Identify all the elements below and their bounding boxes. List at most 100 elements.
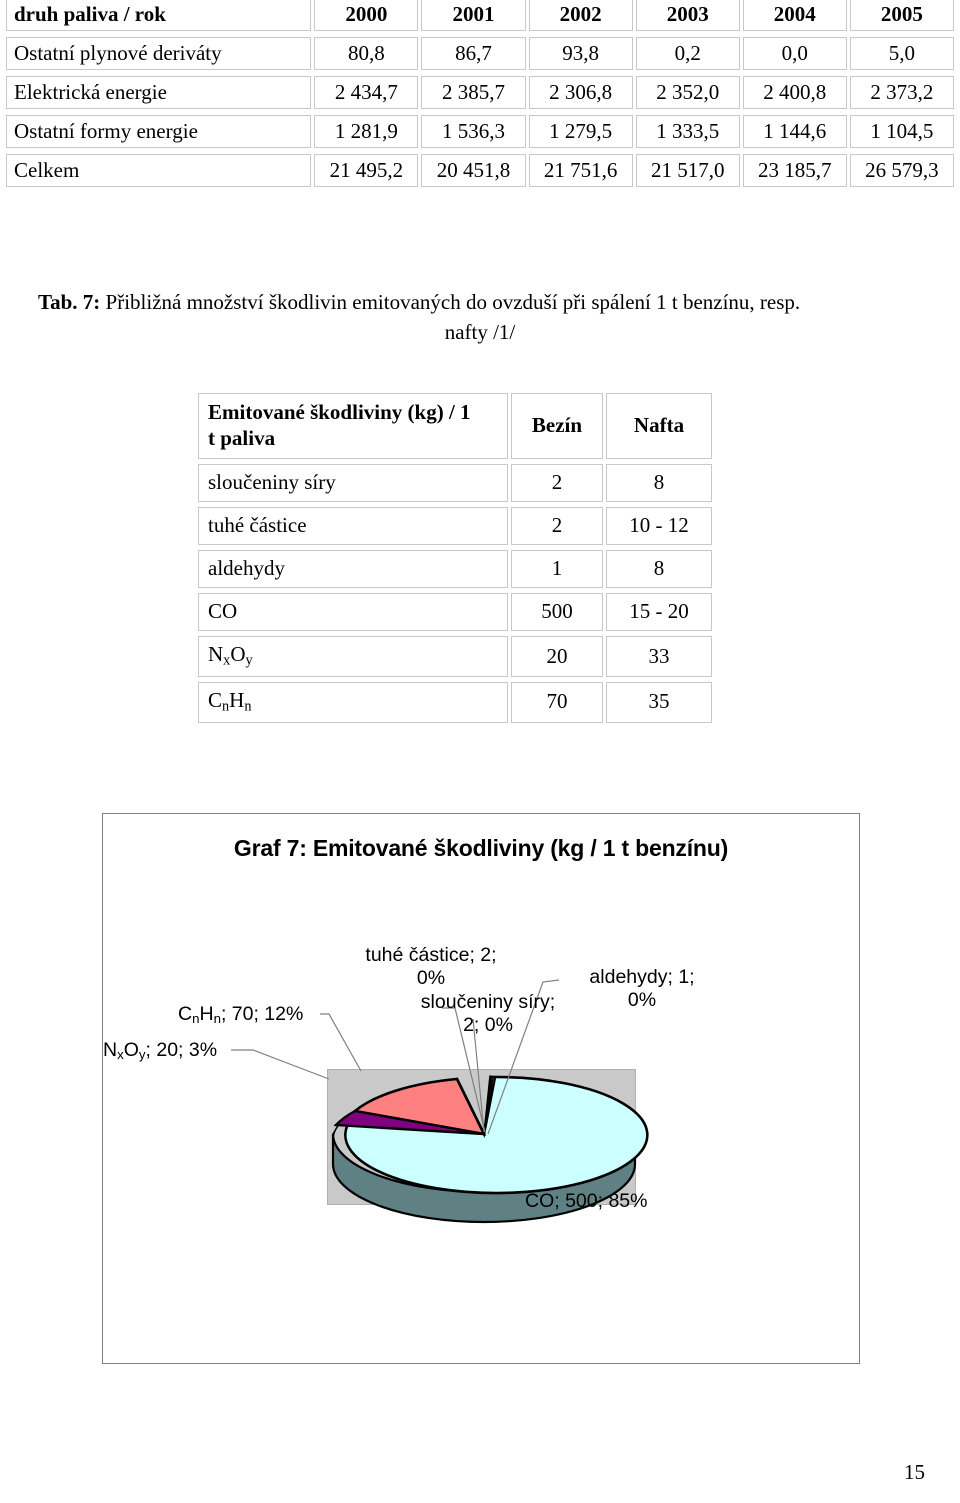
row-label: Celkem — [6, 154, 312, 188]
data-label-line-2: 2; 0% — [463, 1014, 513, 1036]
leader-line-nxoy — [231, 1049, 330, 1080]
cell-value: 5,0 — [849, 37, 954, 71]
table-row: Ostatní formy energie 1 281,9 1 536,3 1 … — [6, 115, 954, 149]
column-header-2005: 2005 — [849, 0, 954, 32]
data-label-formula: NxOy — [103, 1039, 146, 1063]
column-header-fuel-type: druh paliva / rok — [6, 0, 312, 32]
data-label-aldehydy: aldehydy; 1; 0% — [562, 966, 722, 1012]
caption-text: Přibližná množství škodlivin emitovaných… — [105, 290, 801, 314]
row-label: NxOy — [198, 636, 508, 677]
cell-value: 21 751,6 — [528, 154, 633, 188]
cell-value: 21 517,0 — [635, 154, 740, 188]
header-line-1: Emitované škodliviny (kg) / 1 — [208, 400, 471, 424]
cell-value: 1 281,9 — [314, 115, 419, 149]
cell-value: 2 434,7 — [314, 76, 419, 110]
data-label-formula: CnHn — [178, 1003, 221, 1027]
column-header-pollutant: Emitované škodliviny (kg) / 1t paliva — [198, 393, 508, 459]
table-header-row: druh paliva / rok 2000 2001 2002 2003 20… — [6, 0, 954, 32]
table-row: tuhé částice 2 10 - 12 — [198, 506, 712, 545]
cell-value: 0,0 — [742, 37, 847, 71]
row-label: aldehydy — [198, 549, 508, 589]
caption-label: Tab. 7: — [38, 290, 101, 314]
cell-value: 2 385,7 — [421, 76, 526, 110]
cell-value: 93,8 — [528, 37, 633, 71]
data-label-line-2: 0% — [627, 989, 657, 1011]
cell-value: 1 333,5 — [635, 115, 740, 149]
header-line-2: t paliva — [208, 426, 276, 451]
table-row: aldehydy 1 8 — [198, 549, 712, 589]
table-row: CnHn 70 35 — [198, 681, 712, 723]
row-label: CO — [198, 593, 508, 632]
table-row: NxOy 20 33 — [198, 636, 712, 677]
data-label-line-1: tuhé částice; 2; — [365, 944, 497, 966]
cell-benzin: 2 — [511, 506, 603, 545]
row-label: Ostatní plynové deriváty — [6, 37, 312, 71]
emissions-table-body: Emitované škodliviny (kg) / 1t paliva Be… — [198, 393, 712, 723]
data-label-value: ; 20; 3% — [145, 1039, 218, 1061]
table-caption: Tab. 7: Přibližná množství škodlivin emi… — [38, 287, 922, 348]
data-label-line-1: sloučeniny síry; — [420, 991, 556, 1013]
cell-nafta: 8 — [606, 463, 712, 502]
table-row: Elektrická energie 2 434,7 2 385,7 2 306… — [6, 76, 954, 110]
emissions-table: Emitované škodliviny (kg) / 1t paliva Be… — [195, 388, 715, 728]
cell-nafta: 15 - 20 — [606, 593, 712, 632]
page-number: 15 — [904, 1460, 925, 1484]
row-label: Ostatní formy energie — [6, 115, 312, 149]
cell-value: 26 579,3 — [849, 154, 954, 188]
fuel-table-body: druh paliva / rok 2000 2001 2002 2003 20… — [6, 0, 954, 188]
column-header-2000: 2000 — [314, 0, 419, 32]
column-header-nafta: Nafta — [606, 393, 712, 459]
table-header-row: Emitované škodliviny (kg) / 1t paliva Be… — [198, 393, 712, 459]
row-label: Elektrická energie — [6, 76, 312, 110]
data-label-line-2: 0% — [416, 967, 446, 989]
table-row: sloučeniny síry 2 8 — [198, 463, 712, 502]
table-row: CO 500 15 - 20 — [198, 593, 712, 632]
caption-line-1: Tab. 7: Přibližná množství škodlivin emi… — [38, 287, 922, 317]
cell-value: 23 185,7 — [742, 154, 847, 188]
chart-container: Graf 7: Emitované škodliviny (kg / 1 t b… — [102, 813, 860, 1364]
data-label-co: CO; 500; 85% — [525, 1190, 648, 1212]
column-header-2004: 2004 — [742, 0, 847, 32]
data-label-cnhn: CnHn; 70; 12% — [178, 1003, 303, 1027]
data-label-slouceniny-siry: sloučeniny síry; 2; 0% — [390, 991, 586, 1037]
cell-value: 2 400,8 — [742, 76, 847, 110]
cell-benzin: 2 — [511, 463, 603, 502]
data-label-line-1: aldehydy; 1; — [589, 966, 695, 988]
data-label-value: ; 70; 12% — [220, 1003, 304, 1025]
column-header-benzin: Bezín — [511, 393, 603, 459]
cell-value: 1 279,5 — [528, 115, 633, 149]
cell-value: 20 451,8 — [421, 154, 526, 188]
cell-nafta: 33 — [606, 636, 712, 677]
cell-value: 2 306,8 — [528, 76, 633, 110]
column-header-2001: 2001 — [421, 0, 526, 32]
cell-value: 86,7 — [421, 37, 526, 71]
cell-value: 2 373,2 — [849, 76, 954, 110]
cell-value: 1 144,6 — [742, 115, 847, 149]
cell-benzin: 500 — [511, 593, 603, 632]
cell-benzin: 70 — [511, 681, 603, 723]
leader-line-cnhn — [320, 1013, 362, 1072]
cell-nafta: 8 — [606, 549, 712, 589]
row-label: sloučeniny síry — [198, 463, 508, 502]
cell-value: 1 536,3 — [421, 115, 526, 149]
cell-value: 80,8 — [314, 37, 419, 71]
cell-benzin: 1 — [511, 549, 603, 589]
cell-value: 21 495,2 — [314, 154, 419, 188]
cell-benzin: 20 — [511, 636, 603, 677]
fuel-consumption-table: druh paliva / rok 2000 2001 2002 2003 20… — [3, 0, 957, 193]
cell-nafta: 10 - 12 — [606, 506, 712, 545]
table-row: Ostatní plynové deriváty 80,8 86,7 93,8 … — [6, 37, 954, 71]
column-header-2002: 2002 — [528, 0, 633, 32]
cell-value: 1 104,5 — [849, 115, 954, 149]
chart-leader-lines — [231, 979, 560, 1135]
cell-value: 0,2 — [635, 37, 740, 71]
table-row-total: Celkem 21 495,2 20 451,8 21 751,6 21 517… — [6, 154, 954, 188]
row-label: CnHn — [198, 681, 508, 723]
caption-line-2: nafty /1/ — [444, 320, 516, 345]
row-label: tuhé částice — [198, 506, 508, 545]
column-header-2003: 2003 — [635, 0, 740, 32]
cell-nafta: 35 — [606, 681, 712, 723]
data-label-tuhe-castice: tuhé částice; 2; 0% — [356, 944, 506, 990]
cell-value: 2 352,0 — [635, 76, 740, 110]
data-label-nxoy: NxOy; 20; 3% — [103, 1039, 217, 1063]
